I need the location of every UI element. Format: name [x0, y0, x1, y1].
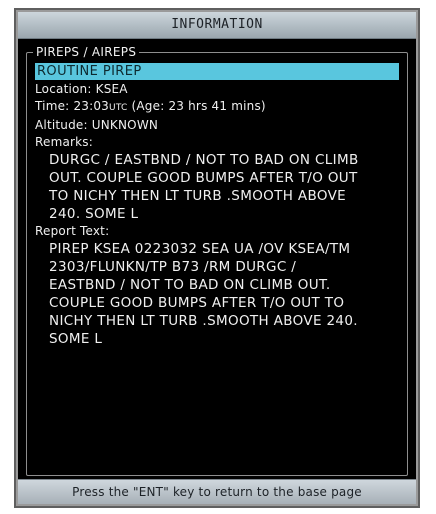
- remarks-line: TO NICHY THEN LT TURB .SMOOTH ABOVE: [49, 188, 347, 204]
- altitude-label: Altitude:: [35, 118, 88, 132]
- location-value: KSEA: [95, 82, 128, 96]
- report-text-line: NICHY THEN LT TURB .SMOOTH ABOVE 240.: [49, 313, 358, 329]
- remarks-label: Remarks:: [35, 135, 94, 149]
- time-unit: UTC: [109, 103, 128, 113]
- pirep-details: ROUTINE PIREP Location: KSEA Time: 23:03…: [35, 63, 399, 469]
- report-text-line: PIREP KSEA 0223032 SEA UA /OV KSEA/TM: [49, 241, 351, 257]
- time-label: Time:: [35, 99, 70, 113]
- window-title: INFORMATION: [18, 12, 416, 39]
- report-age: (Age: 23 hrs 41 mins): [131, 99, 266, 113]
- information-window: INFORMATION PIREPS / AIREPS ROUTINE PIRE…: [18, 12, 416, 504]
- pireps-aireps-group: PIREPS / AIREPS ROUTINE PIREP Location: …: [26, 44, 408, 476]
- report-text-line: COUPLE GOOD BUMPS AFTER T/O OUT TO: [49, 295, 345, 311]
- remarks-line: 240. SOME L: [49, 206, 139, 222]
- time-row: Time: 23:03UTC (Age: 23 hrs 41 mins): [35, 98, 399, 117]
- report-text-line: EASTBND / NOT TO BAD ON CLIMB OUT.: [49, 277, 331, 293]
- remarks-line: DURGC / EASTBND / NOT TO BAD ON CLIMB: [49, 152, 359, 168]
- time-value: 23:03: [73, 99, 110, 113]
- altitude-row: Altitude: UNKNOWN: [35, 117, 399, 134]
- report-text-line: 2303/FLUNKN/TP B73 /RM DURGC /: [49, 259, 297, 275]
- footer-instruction: Press the "ENT" key to return to the bas…: [18, 479, 416, 504]
- altitude-value: UNKNOWN: [91, 118, 159, 132]
- location-row: Location: KSEA: [35, 81, 399, 98]
- location-label: Location:: [35, 82, 92, 96]
- group-label: PIREPS / AIREPS: [33, 44, 140, 60]
- remarks-line: OUT. COUPLE GOOD BUMPS AFTER T/O OUT: [49, 170, 358, 186]
- report-text-label: Report Text:: [35, 224, 110, 238]
- selected-report-type[interactable]: ROUTINE PIREP: [35, 63, 399, 80]
- report-text-line: SOME L: [49, 331, 103, 347]
- display-bezel: INFORMATION PIREPS / AIREPS ROUTINE PIRE…: [14, 8, 420, 508]
